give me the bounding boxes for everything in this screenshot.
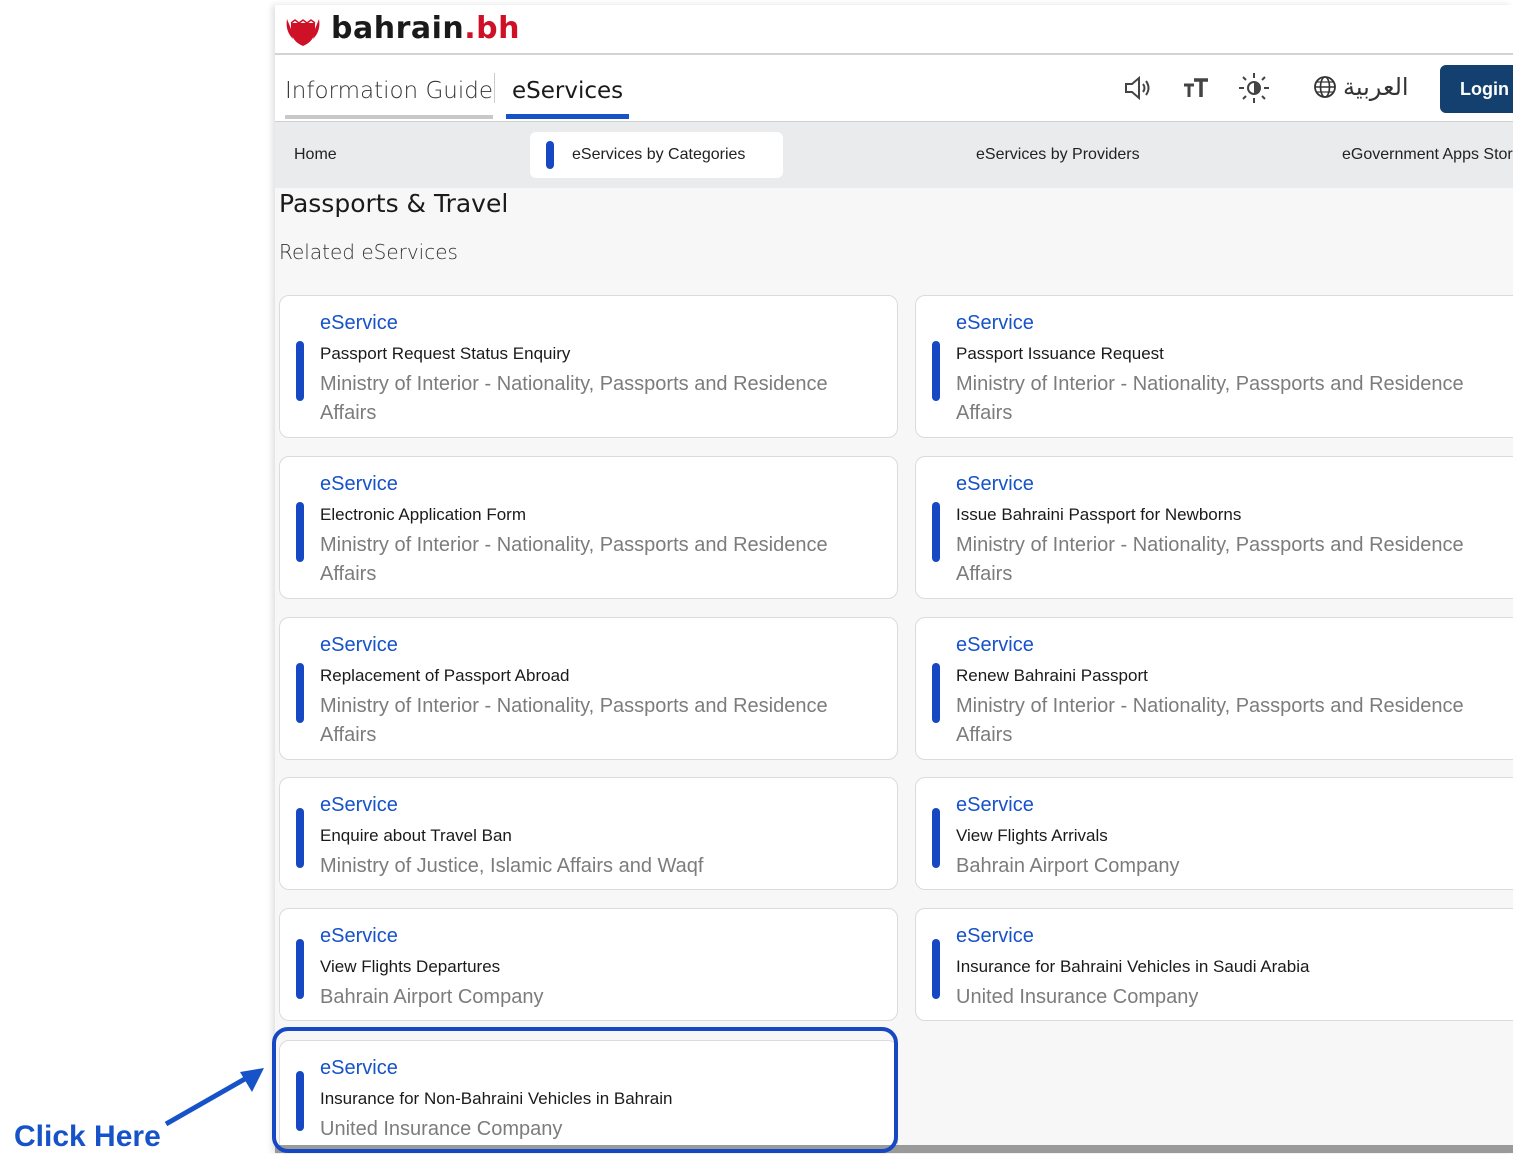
service-name: Replacement of Passport Abroad xyxy=(320,666,570,685)
service-provider: Ministry of Interior - Nationality, Pass… xyxy=(320,534,828,585)
service-name: Electronic Application Form xyxy=(320,505,526,524)
text-size-icon[interactable] xyxy=(1179,71,1213,105)
globe-icon xyxy=(1314,76,1336,98)
service-provider: Bahrain Airport Company xyxy=(956,855,1180,877)
tab-underline xyxy=(285,115,493,119)
service-kind: eService xyxy=(956,473,1034,495)
card-accent-bar xyxy=(932,502,940,562)
subnav-egovernment-apps-store[interactable]: eGovernment Apps Store xyxy=(1342,122,1513,188)
highlight-box xyxy=(272,1027,898,1153)
service-name: Passport Request Status Enquiry xyxy=(320,344,571,363)
service-card[interactable]: eService View Flights Arrivals Bahrain A… xyxy=(915,777,1513,890)
subnav-eservices-by-categories[interactable]: eServices by Categories xyxy=(530,132,783,178)
site-header: bahrain.bh xyxy=(275,5,1513,55)
card-accent-bar xyxy=(296,502,304,562)
service-kind: eService xyxy=(320,794,398,816)
tab-eservices[interactable]: eServices xyxy=(506,55,630,121)
service-name: Issue Bahraini Passport for Newborns xyxy=(956,505,1242,524)
subnav-home[interactable]: Home xyxy=(294,122,337,188)
tab-divider xyxy=(494,73,495,103)
speaker-icon[interactable] xyxy=(1121,71,1155,105)
language-switch[interactable]: العربية xyxy=(1313,69,1409,105)
service-provider: Ministry of Interior - Nationality, Pass… xyxy=(320,695,828,746)
card-accent-bar xyxy=(296,663,304,723)
service-card[interactable]: eService Replacement of Passport Abroad … xyxy=(279,617,898,760)
service-card[interactable]: eService Renew Bahraini Passport Ministr… xyxy=(915,617,1513,760)
service-name: View Flights Departures xyxy=(320,957,501,976)
service-kind: eService xyxy=(956,634,1034,656)
card-accent-bar xyxy=(932,341,940,401)
service-card[interactable]: eService Insurance for Bahraini Vehicles… xyxy=(915,908,1513,1021)
service-name: View Flights Arrivals xyxy=(956,826,1108,845)
service-card[interactable]: eService View Flights Departures Bahrain… xyxy=(279,908,898,1021)
service-kind: eService xyxy=(320,473,398,495)
main-nav: Information Guide eServices العربية Logi… xyxy=(275,55,1513,122)
login-button[interactable]: Login xyxy=(1440,65,1513,113)
card-accent-bar xyxy=(932,808,940,868)
service-kind: eService xyxy=(956,312,1034,334)
arrow-icon xyxy=(164,1068,264,1127)
brightness-icon[interactable] xyxy=(1237,71,1271,105)
card-accent-bar xyxy=(932,939,940,999)
bahrain-emblem-icon xyxy=(286,15,320,46)
click-here-annotation: Click Here xyxy=(14,1120,161,1153)
card-accent-bar xyxy=(296,341,304,401)
service-kind: eService xyxy=(956,925,1034,947)
service-provider: Ministry of Interior - Nationality, Pass… xyxy=(320,373,828,424)
language-label: العربية xyxy=(1343,73,1409,101)
service-card[interactable]: eService Issue Bahraini Passport for New… xyxy=(915,456,1513,599)
subnav-eservices-by-providers[interactable]: eServices by Providers xyxy=(976,122,1140,188)
service-kind: eService xyxy=(320,634,398,656)
service-card[interactable]: eService Electronic Application Form Min… xyxy=(279,456,898,599)
service-provider: Ministry of Interior - Nationality, Pass… xyxy=(956,373,1464,424)
service-name: Renew Bahraini Passport xyxy=(956,666,1148,685)
service-name: Enquire about Travel Ban xyxy=(320,826,512,845)
service-kind: eService xyxy=(956,794,1034,816)
service-provider: Ministry of Interior - Nationality, Pass… xyxy=(956,695,1464,746)
card-accent-bar xyxy=(932,663,940,723)
page-subtitle: Related eServices xyxy=(279,240,458,264)
active-indicator xyxy=(546,141,554,169)
site-logo-text[interactable]: bahrain.bh xyxy=(331,11,520,46)
tab-active-underline xyxy=(506,114,630,119)
service-name: Insurance for Bahraini Vehicles in Saudi… xyxy=(956,957,1310,976)
service-provider: Ministry of Justice, Islamic Affairs and… xyxy=(320,855,704,877)
card-accent-bar xyxy=(296,939,304,999)
tab-information-guide[interactable]: Information Guide xyxy=(285,55,493,121)
service-card[interactable]: eService Enquire about Travel Ban Minist… xyxy=(279,777,898,890)
sub-nav: Home eServices by Categories eServices b… xyxy=(275,122,1513,188)
service-card[interactable]: eService Passport Request Status Enquiry… xyxy=(279,295,898,438)
service-provider: Ministry of Interior - Nationality, Pass… xyxy=(956,534,1464,585)
service-card[interactable]: eService Passport Issuance Request Minis… xyxy=(915,295,1513,438)
service-name: Passport Issuance Request xyxy=(956,344,1164,363)
browser-screenshot: bahrain.bh Information Guide eServices ا… xyxy=(275,5,1513,1153)
card-accent-bar xyxy=(296,808,304,868)
service-kind: eService xyxy=(320,925,398,947)
page-title: Passports & Travel xyxy=(279,189,509,218)
service-provider: United Insurance Company xyxy=(956,986,1199,1008)
service-provider: Bahrain Airport Company xyxy=(320,986,544,1008)
service-kind: eService xyxy=(320,312,398,334)
